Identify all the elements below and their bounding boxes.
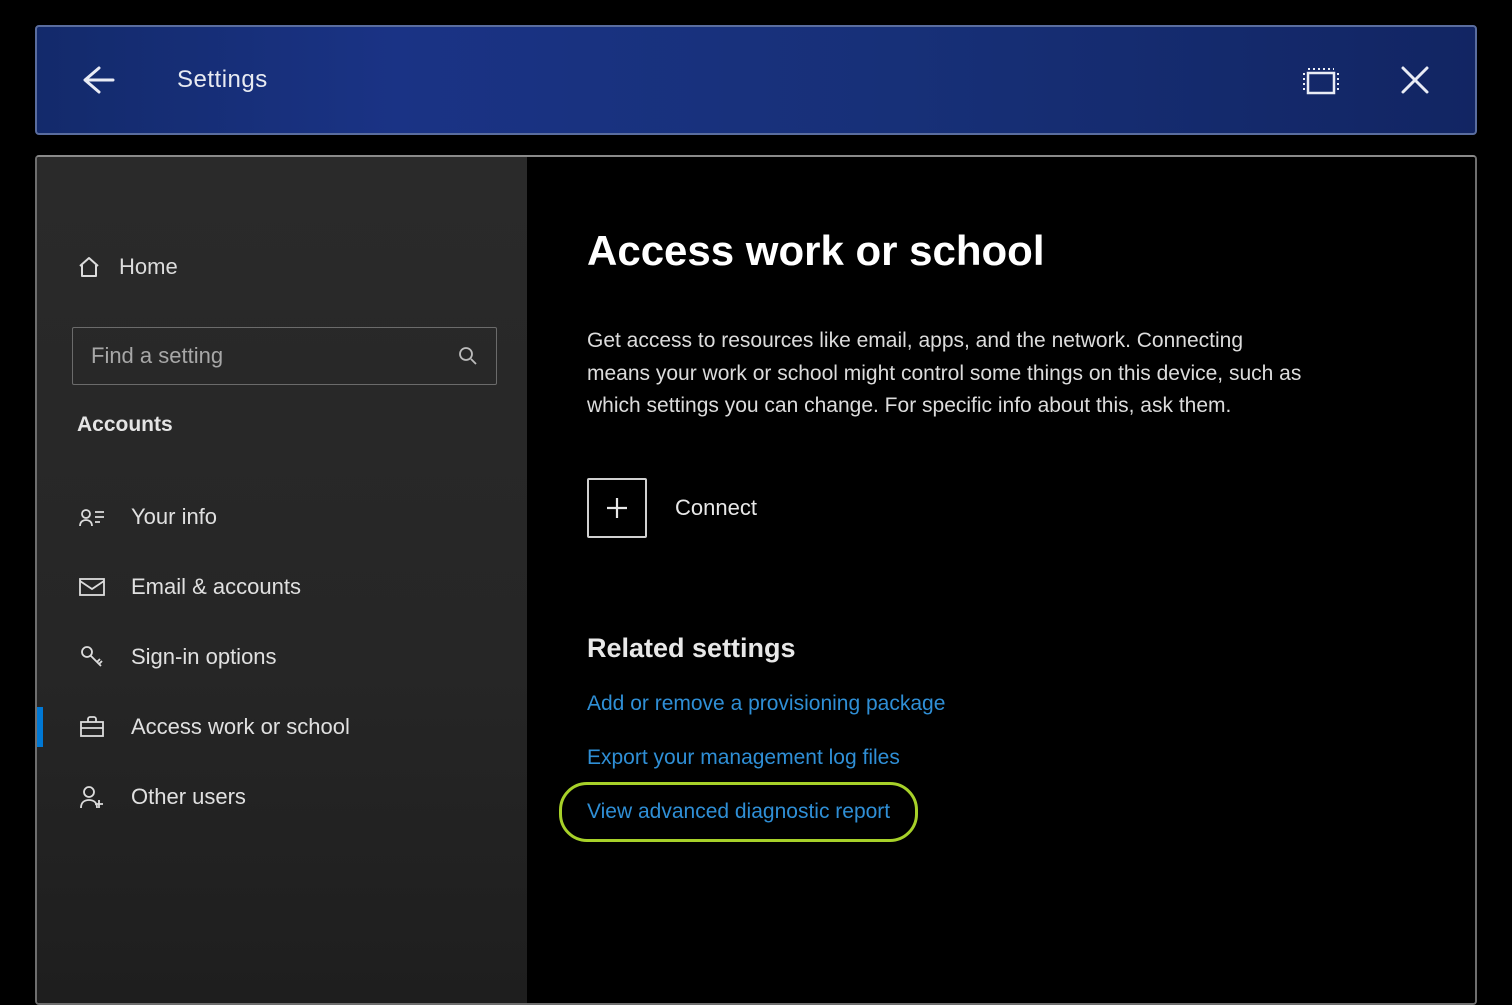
multitask-button[interactable] (1285, 45, 1355, 115)
home-icon (77, 255, 101, 279)
related-settings-title: Related settings (587, 633, 1415, 664)
sidebar-category-label: Accounts (37, 385, 527, 447)
main-panel: Access work or school Get access to reso… (527, 157, 1475, 1003)
page-description: Get access to resources like email, apps… (587, 325, 1307, 423)
sidebar-item-label: Other users (131, 784, 246, 810)
back-arrow-icon (77, 60, 117, 100)
sidebar-item-email-accounts[interactable]: Email & accounts (37, 552, 527, 622)
titlebar: Settings (35, 25, 1477, 135)
search-input-wrap[interactable] (72, 327, 497, 385)
sidebar-item-your-info[interactable]: Your info (37, 482, 527, 552)
sidebar-item-label: Your info (131, 504, 217, 530)
sidebar-item-label: Access work or school (131, 714, 350, 740)
connect-label: Connect (675, 495, 757, 521)
person-card-icon (77, 506, 107, 528)
search-icon (458, 346, 478, 366)
briefcase-icon (77, 716, 107, 738)
link-export-log-files[interactable]: Export your management log files (587, 746, 900, 770)
sidebar-nav: Your info Email & accounts Sign-in optio… (37, 447, 527, 832)
settings-window: Home Accounts Your info (35, 155, 1477, 1005)
sidebar-item-label: Sign-in options (131, 644, 277, 670)
multitask-icon (1299, 63, 1341, 97)
link-provisioning-package[interactable]: Add or remove a provisioning package (587, 692, 945, 716)
mail-icon (77, 577, 107, 597)
app-title: Settings (177, 66, 268, 94)
sidebar: Home Accounts Your info (37, 157, 527, 1003)
key-icon (77, 644, 107, 670)
sidebar-item-access-work-school[interactable]: Access work or school (37, 692, 527, 762)
sidebar-item-other-users[interactable]: Other users (37, 762, 527, 832)
page-title: Access work or school (587, 227, 1415, 275)
person-add-icon (77, 784, 107, 810)
sidebar-item-label: Email & accounts (131, 574, 301, 600)
close-button[interactable] (1380, 45, 1450, 115)
search-input[interactable] (91, 343, 458, 369)
back-button[interactable] (67, 50, 127, 110)
connect-button[interactable]: Connect (587, 478, 757, 538)
close-icon (1398, 63, 1432, 97)
sidebar-home[interactable]: Home (37, 237, 527, 297)
home-label: Home (119, 254, 178, 280)
plus-icon (587, 478, 647, 538)
link-diagnostic-report[interactable]: View advanced diagnostic report (587, 800, 890, 824)
sidebar-item-signin-options[interactable]: Sign-in options (37, 622, 527, 692)
